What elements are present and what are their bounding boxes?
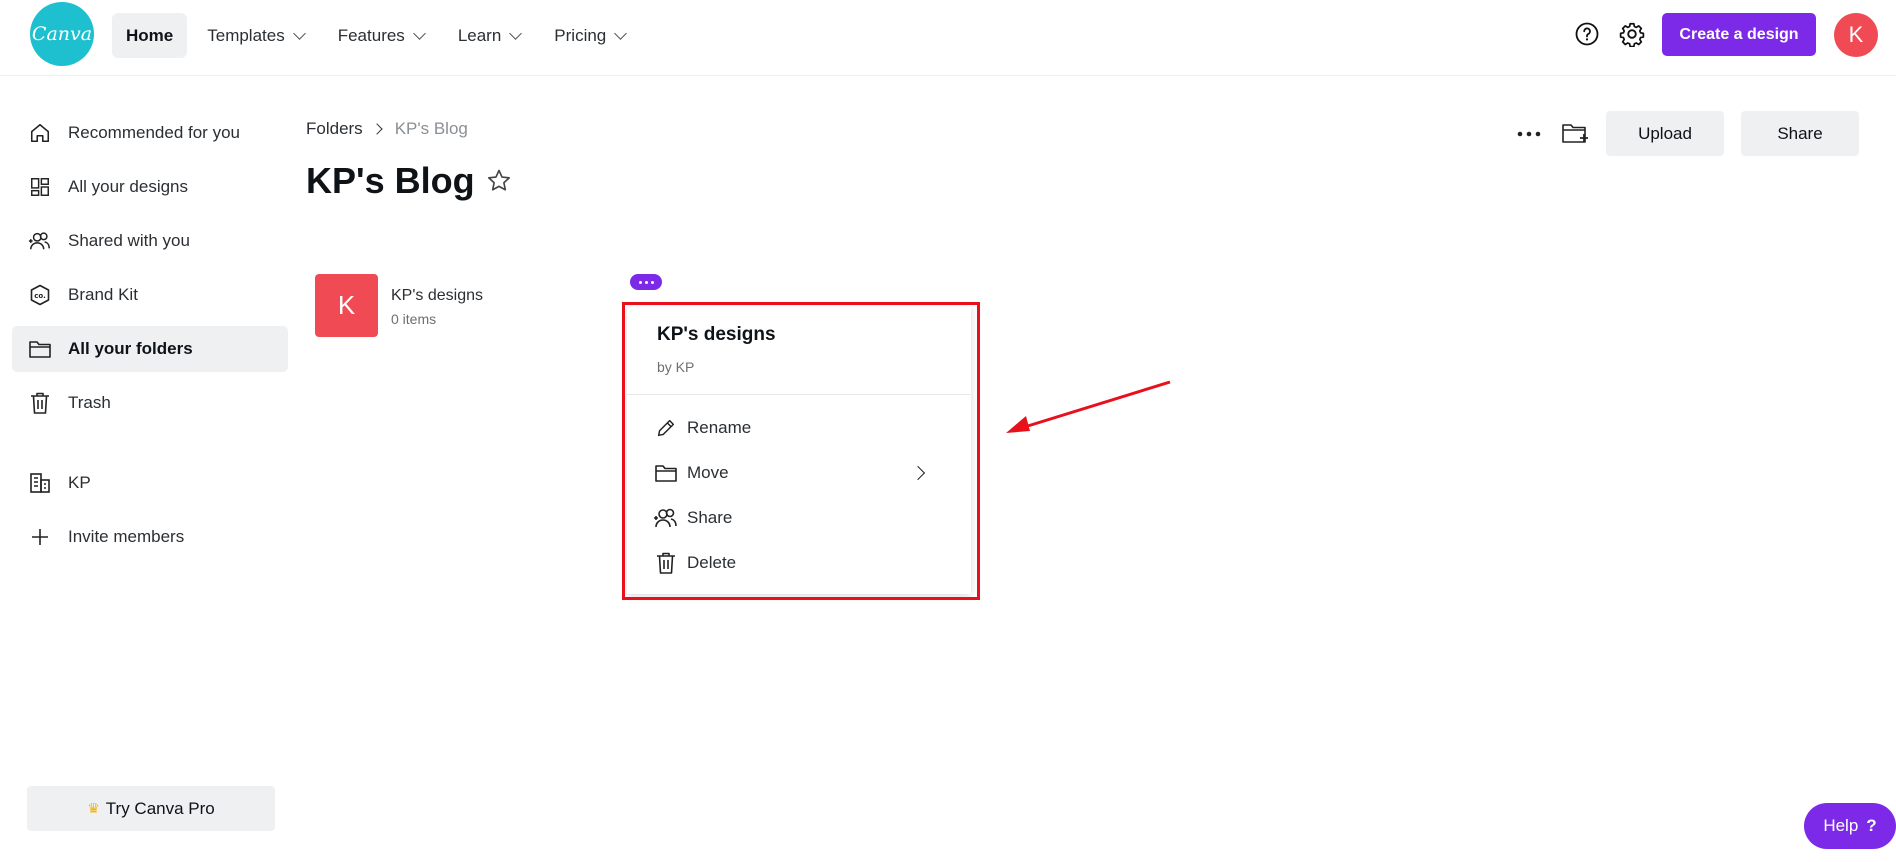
breadcrumb-current: KP's Blog [394,119,468,138]
sidebar-item-label: All your designs [68,177,189,196]
dot [638,280,642,284]
sidebar-item-trash[interactable]: Trash [12,380,288,426]
nav-home-label: Home [126,25,174,45]
sidebar-item-label: KP [68,473,91,492]
create-design-button[interactable]: Create a design [1662,13,1816,56]
breadcrumb: Folders KP's Blog [306,119,468,139]
sidebar-item-label: All your folders [68,339,193,358]
question-mark-icon: ? [1866,816,1877,835]
nav-features-label: Features [337,25,405,45]
nav-learn[interactable]: Learn [444,13,534,58]
sidebar: Recommended for you All your designs Sha… [12,110,288,568]
help-label: Help [1823,816,1859,835]
sidebar-item-label: Brand Kit [68,285,138,304]
grid-icon [28,175,52,199]
nav-learn-label: Learn [457,25,502,45]
people-icon [28,229,52,253]
chevron-right-icon [371,123,383,135]
folder-options-button[interactable] [630,274,662,290]
folder-item-count: 0 items [391,311,437,327]
plus-icon [28,525,52,549]
nav-templates[interactable]: Templates [193,13,317,58]
nav-templates-label: Templates [207,25,285,45]
dot [644,280,648,284]
trash-icon [28,391,52,415]
try-canva-pro-button[interactable]: ♛ Try Canva Pro [27,786,275,831]
folder-thumbnail[interactable]: K [315,274,378,337]
folder-initial: K [337,290,356,320]
top-navigation-bar: Canva Home Templates Features Learn Pric… [0,0,1896,76]
building-icon [28,471,52,495]
sidebar-item-all-designs[interactable]: All your designs [12,164,288,210]
sidebar-item-label: Trash [68,393,111,412]
page-title-text: KP's Blog [306,160,475,201]
chevron-down-icon [292,26,306,40]
breadcrumb-folders-link[interactable]: Folders [306,119,363,139]
nav-pricing-label: Pricing [554,25,607,45]
sidebar-item-brand-kit[interactable]: co. Brand Kit [12,272,288,318]
nav-pricing[interactable]: Pricing [540,13,639,58]
main-nav: Home Templates Features Learn Pricing [112,13,645,58]
sidebar-item-recommended[interactable]: Recommended for you [12,110,288,156]
chevron-down-icon [412,26,426,40]
crown-icon: ♛ [87,800,100,816]
sidebar-item-team[interactable]: KP [12,460,288,506]
brand-kit-icon: co. [28,283,52,307]
sidebar-item-label: Shared with you [68,231,190,250]
folder-icon [28,337,52,361]
dot [650,280,654,284]
create-design-label: Create a design [1679,25,1799,43]
try-pro-label: Try Canva Pro [105,798,215,818]
nav-home[interactable]: Home [112,13,188,58]
user-avatar[interactable]: K [1834,13,1878,57]
canva-logo[interactable]: Canva [30,2,94,66]
sidebar-item-label: Recommended for you [68,123,240,142]
annotation-arrow-icon [1006,380,1171,433]
sidebar-item-shared[interactable]: Shared with you [12,218,288,264]
gear-icon[interactable] [1618,20,1646,48]
share-button[interactable]: Share [1741,111,1859,156]
logo-text: Canva [31,23,93,45]
sidebar-item-label: Invite members [68,527,185,546]
upload-label: Upload [1638,123,1692,143]
help-icon[interactable] [1573,20,1601,48]
sidebar-item-all-folders[interactable]: All your folders [12,326,288,372]
share-label: Share [1777,123,1823,143]
new-folder-icon[interactable] [1560,119,1590,149]
nav-features[interactable]: Features [324,13,438,58]
avatar-initial: K [1848,22,1864,47]
help-button[interactable]: Help ? [1804,803,1896,849]
star-icon[interactable] [485,167,513,195]
page-title: KP's Blog [306,160,513,202]
folder-name[interactable]: KP's designs [391,287,483,305]
chevron-down-icon [509,26,523,40]
home-icon [28,121,52,145]
annotation-highlight-box [622,302,980,600]
svg-text:co.: co. [34,292,46,300]
sidebar-item-invite[interactable]: Invite members [12,514,288,560]
upload-button[interactable]: Upload [1606,111,1724,156]
chevron-down-icon [614,26,628,40]
more-options-icon[interactable] [1515,120,1543,148]
